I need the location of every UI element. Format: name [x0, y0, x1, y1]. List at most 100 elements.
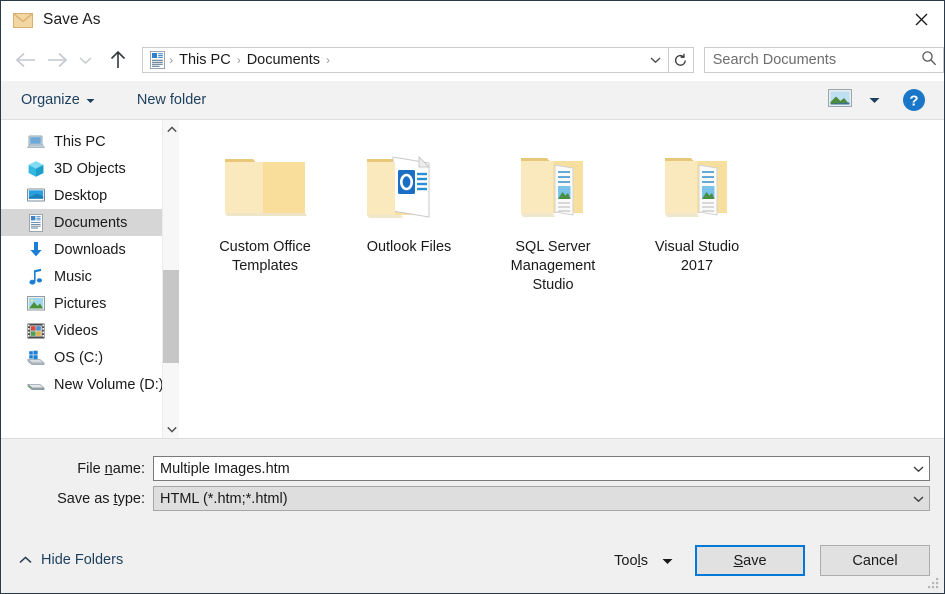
sidebar-label: New Volume (D:): [54, 376, 164, 393]
close-button[interactable]: [898, 1, 944, 38]
file-name-value: Multiple Images.htm: [160, 460, 290, 477]
window-title: Save As: [43, 11, 101, 28]
sidebar-label: 3D Objects: [54, 160, 126, 177]
file-name-label: File name:: [77, 460, 145, 477]
view-options-button[interactable]: [822, 85, 858, 116]
chevron-up-icon: [19, 551, 32, 569]
sidebar-item-3d-objects[interactable]: 3D Objects: [1, 155, 179, 182]
save-as-dialog: Save As › This PC › Documents › Search D…: [0, 0, 945, 594]
scroll-up-chevron-icon[interactable]: [163, 120, 179, 138]
hide-folders-button[interactable]: Hide Folders: [19, 551, 123, 569]
address-dropdown-chevron-icon[interactable]: [643, 48, 667, 72]
file-label: Outlook Files: [366, 239, 452, 255]
view-options-chevron-icon[interactable]: [862, 88, 886, 112]
file-name-row: File name: Multiple Images.htm: [1, 456, 930, 481]
sidebar-label: Videos: [54, 322, 99, 339]
sidebar-item-videos[interactable]: Videos: [1, 317, 179, 344]
save-label: Save: [733, 552, 767, 569]
file-grid: Custom Office Templates Outlook Files SQ…: [193, 132, 944, 295]
new-folder-label: New folder: [136, 92, 207, 108]
up-arrow-icon[interactable]: [102, 43, 134, 77]
file-label: Visual Studio 2017: [654, 239, 740, 274]
dialog-body: This PC 3D Objects Desktop Documents Dow…: [1, 120, 944, 438]
scroll-down-chevron-icon[interactable]: [163, 420, 179, 438]
organize-button[interactable]: Organize: [13, 88, 103, 112]
save-as-type-select[interactable]: HTML (*.htm;*.html): [153, 486, 930, 511]
tools-button[interactable]: Tools: [606, 547, 681, 575]
chevron-down-icon[interactable]: [907, 487, 929, 510]
sidebar-label: Downloads: [54, 241, 126, 258]
file-item-visual-studio-2017[interactable]: Visual Studio 2017: [625, 132, 769, 295]
tools-label: Tools: [614, 552, 648, 569]
search-box[interactable]: [703, 47, 944, 73]
sidebar-item-pictures[interactable]: Pictures: [1, 290, 179, 317]
search-icon: [921, 50, 937, 71]
view-thumbnail-icon: [828, 88, 852, 112]
sidebar-item-os-c[interactable]: OS (C:): [1, 344, 179, 371]
resize-grip-icon[interactable]: [927, 577, 940, 590]
address-bar[interactable]: › This PC › Documents ›: [142, 47, 670, 73]
file-item-outlook-files[interactable]: Outlook Files: [337, 132, 481, 295]
command-toolbar: Organize New folder ?: [1, 81, 944, 120]
file-list-pane: Custom Office Templates Outlook Files SQ…: [179, 120, 944, 438]
save-as-type-row: Save as type: HTML (*.htm;*.html): [1, 486, 930, 511]
recent-locations-chevron-icon[interactable]: [73, 43, 98, 77]
folder-plain-icon: [215, 140, 315, 232]
sidebar-label: Desktop: [54, 187, 108, 204]
sidebar-item-desktop[interactable]: Desktop: [1, 182, 179, 209]
music-icon: [27, 268, 45, 286]
sidebar-item-new-volume-d[interactable]: New Volume (D:): [1, 371, 179, 398]
sidebar-item-downloads[interactable]: Downloads: [1, 236, 179, 263]
sidebar-label: Pictures: [54, 295, 107, 312]
forward-arrow-icon[interactable]: [41, 43, 73, 77]
file-label: SQL Server Management Studio: [510, 239, 596, 293]
sidebar-scrollbar[interactable]: [162, 120, 179, 438]
hide-folders-label: Hide Folders: [41, 552, 124, 568]
accel-key: S: [733, 552, 744, 569]
folder-open-docs-icon: [503, 140, 603, 232]
file-item-sql-server-management-studio[interactable]: SQL Server Management Studio: [481, 132, 625, 295]
breadcrumb-documents[interactable]: Documents: [243, 52, 324, 68]
svg-text:?: ?: [909, 93, 918, 110]
cancel-button[interactable]: Cancel: [820, 545, 930, 576]
back-arrow-icon[interactable]: [9, 43, 41, 77]
videos-icon: [27, 322, 45, 340]
sidebar-label: OS (C:): [54, 349, 104, 366]
search-input[interactable]: [712, 52, 921, 68]
scrollbar-thumb[interactable]: [163, 270, 179, 363]
navigation-pane: This PC 3D Objects Desktop Documents Dow…: [1, 120, 179, 438]
refresh-button[interactable]: [669, 47, 694, 73]
sidebar-label: This PC: [54, 133, 106, 150]
dialog-button-row: Tools Save Cancel: [606, 545, 930, 576]
drive-os-icon: [27, 349, 45, 367]
breadcrumb-separator: ›: [236, 53, 241, 67]
drive-icon: [27, 376, 45, 394]
save-as-type-label: Save as type:: [57, 490, 145, 507]
cancel-label: Cancel: [852, 552, 898, 569]
accel-key: n: [104, 460, 113, 477]
new-folder-button[interactable]: New folder: [129, 88, 214, 112]
3d-objects-icon: [27, 160, 45, 178]
sidebar-item-music[interactable]: Music: [1, 263, 179, 290]
help-question-icon[interactable]: ?: [902, 88, 926, 112]
sidebar-label: Documents: [54, 214, 128, 231]
save-as-type-value: HTML (*.htm;*.html): [160, 490, 288, 507]
sidebar-item-this-pc[interactable]: This PC: [1, 128, 179, 155]
folder-outlook-icon: [359, 140, 459, 232]
envelope-icon: [13, 10, 33, 30]
form-area: File name: Multiple Images.htm Save as t…: [1, 438, 944, 593]
title-bar: Save As: [1, 1, 944, 39]
desktop-icon: [27, 187, 45, 205]
sidebar-label: Music: [54, 268, 92, 285]
documents-icon: [27, 213, 45, 232]
breadcrumb-this-pc[interactable]: This PC: [175, 52, 235, 68]
save-button[interactable]: Save: [695, 545, 805, 576]
file-item-custom-office-templates[interactable]: Custom Office Templates: [193, 132, 337, 295]
this-pc-icon: [27, 133, 45, 151]
chevron-down-icon[interactable]: [907, 457, 929, 480]
pictures-icon: [27, 295, 45, 313]
downloads-icon: [27, 241, 45, 259]
navigation-bar: › This PC › Documents ›: [1, 39, 944, 81]
sidebar-item-documents[interactable]: Documents: [1, 209, 179, 236]
file-name-input[interactable]: Multiple Images.htm: [153, 456, 930, 481]
